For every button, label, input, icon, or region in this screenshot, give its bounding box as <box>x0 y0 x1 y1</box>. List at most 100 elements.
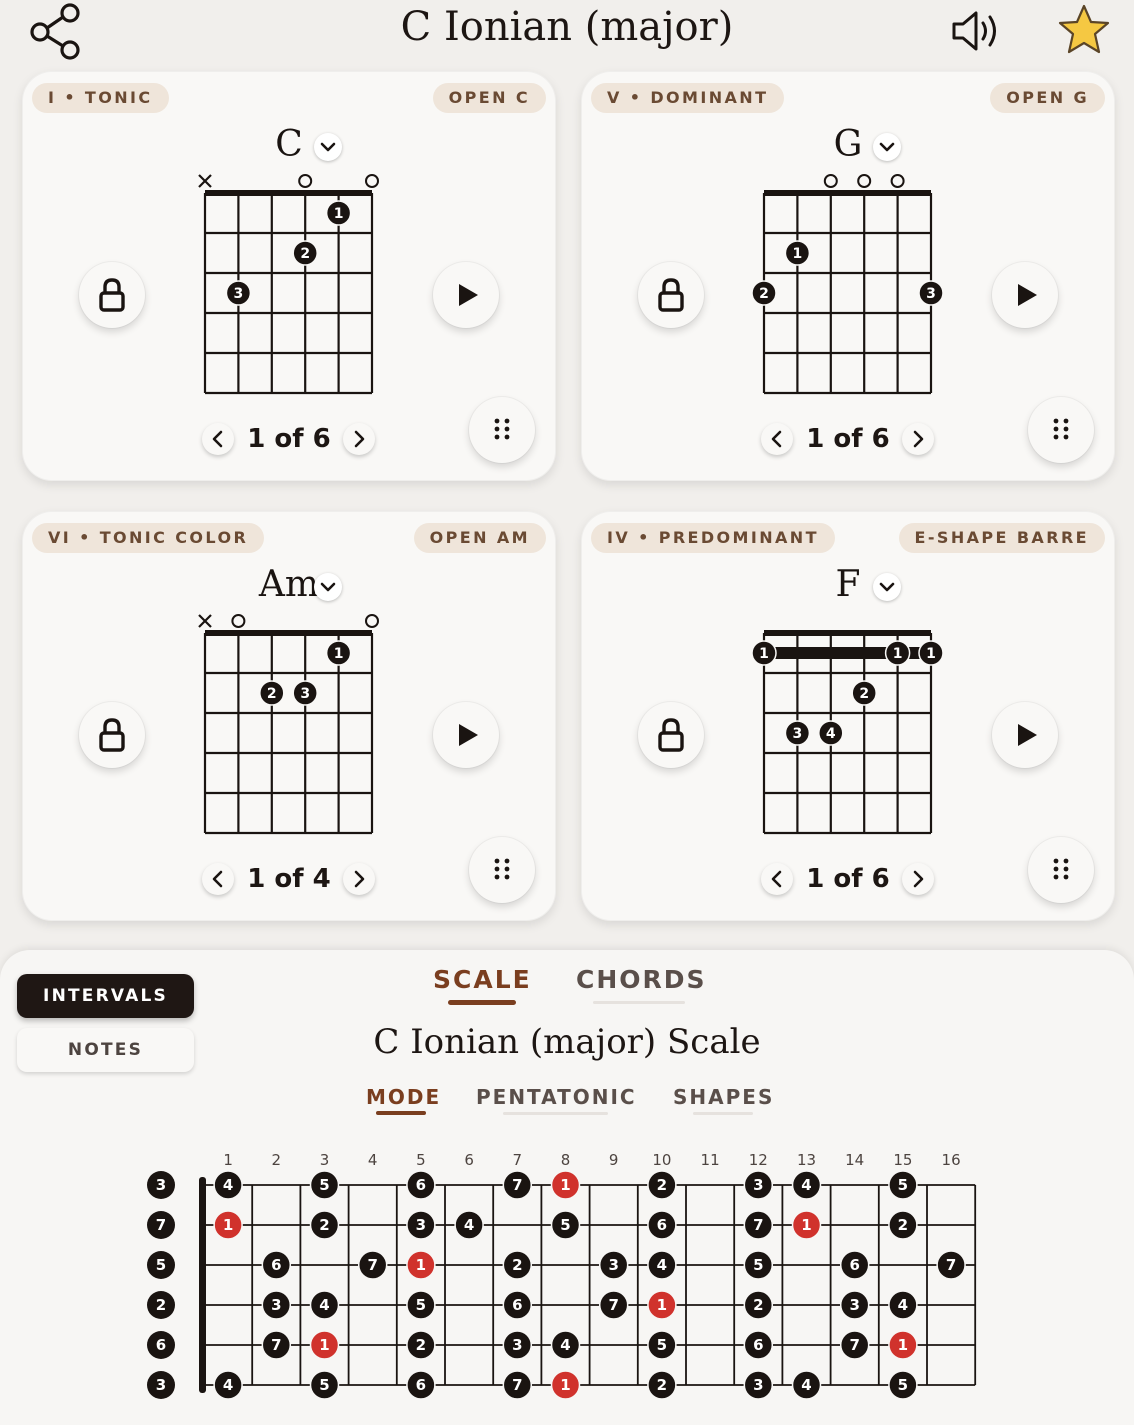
finger-number: 4 <box>826 726 836 742</box>
interval-label: 3 <box>156 1376 166 1394</box>
drag-handle-button[interactable] <box>1028 397 1094 463</box>
finger-dot: 1 <box>784 240 811 266</box>
scale-note-dot: 7 <box>936 1250 966 1280</box>
interval-label: 7 <box>753 1216 763 1234</box>
finger-dot: 3 <box>784 720 811 746</box>
interval-label: 4 <box>801 1176 811 1194</box>
root-note-dot: 1 <box>647 1290 677 1320</box>
scale-note-dot: 4 <box>550 1330 581 1360</box>
drag-handle-button[interactable] <box>469 837 535 903</box>
interval-label: 3 <box>753 1176 763 1194</box>
speaker-icon[interactable] <box>950 8 1006 54</box>
interval-label: 1 <box>560 1376 570 1394</box>
fret-number: 4 <box>368 1151 378 1169</box>
scale-note-dot: 5 <box>309 1170 340 1200</box>
interval-label: 1 <box>801 1216 811 1234</box>
scale-note-dot: 2 <box>406 1330 436 1360</box>
tab-chords[interactable]: CHORDS <box>576 965 707 994</box>
play-button[interactable] <box>992 702 1058 768</box>
subtab-shapes[interactable]: SHAPES <box>673 1085 774 1109</box>
prev-voicing-button[interactable] <box>202 423 234 455</box>
prev-voicing-button[interactable] <box>202 863 234 895</box>
scale-note-dot: 4 <box>213 1170 243 1200</box>
scale-note-dot: 3 <box>502 1330 533 1360</box>
fret-number: 15 <box>893 1151 912 1169</box>
interval-label: 3 <box>416 1216 426 1234</box>
drag-handle-button[interactable] <box>1028 837 1094 903</box>
voicing-pill: OPEN AM <box>413 523 546 553</box>
finger-dot: 2 <box>751 280 777 306</box>
chevron-right-icon <box>354 870 365 888</box>
scale-note-dot: 3 <box>743 1370 774 1400</box>
scale-note-dot: 5 <box>647 1330 677 1360</box>
lock-button[interactable] <box>638 702 704 768</box>
chord-chevron-down-icon[interactable] <box>873 573 901 601</box>
scale-note-dot: 5 <box>406 1290 436 1320</box>
lock-icon <box>658 278 684 312</box>
prev-voicing-button[interactable] <box>761 863 793 895</box>
interval-label: 7 <box>512 1376 522 1394</box>
chord-card: VI • TONIC COLOR OPEN AM Am 1 of 4 1 2 3 <box>22 511 556 921</box>
interval-label: 7 <box>849 1336 859 1354</box>
scale-note-dot: 4 <box>791 1370 822 1400</box>
scale-note-dot: 7 <box>261 1330 292 1360</box>
open-string-dot: 5 <box>147 1251 175 1279</box>
chord-diagram: 1 2 3 <box>198 614 379 835</box>
next-voicing-button[interactable] <box>343 863 375 895</box>
tab-scale[interactable]: SCALE <box>433 965 532 994</box>
lock-button[interactable] <box>79 262 145 328</box>
interval-label: 6 <box>753 1336 763 1354</box>
play-button[interactable] <box>992 262 1058 328</box>
scale-fretboard[interactable]: 1 2 3 4 5 6 7 8 9 10 11 12 13 14 15 163752634 5 6 7 1 2 3 4 51 2… <box>0 1145 1134 1405</box>
interval-label: 5 <box>898 1376 908 1394</box>
interval-label: 1 <box>898 1336 908 1354</box>
scale-note-dot: 3 <box>261 1290 292 1320</box>
chord-diagram: 1 1 1 2 3 4 <box>751 630 944 835</box>
star-icon[interactable] <box>1056 3 1112 57</box>
tab-chords-underline <box>593 1001 685 1004</box>
scale-note-dot: 2 <box>888 1210 918 1240</box>
interval-label: 6 <box>512 1296 522 1314</box>
next-voicing-button[interactable] <box>343 423 375 455</box>
interval-label: 5 <box>753 1256 763 1274</box>
next-voicing-button[interactable] <box>902 863 934 895</box>
finger-number: 1 <box>334 206 344 222</box>
chord-diagram: 1 2 3 <box>751 174 944 395</box>
chevron-left-icon <box>771 870 782 888</box>
scale-note-dot: 3 <box>743 1170 774 1200</box>
interval-label: 3 <box>608 1256 618 1274</box>
scale-note-dot: 5 <box>888 1370 918 1400</box>
scale-note-dot: 2 <box>502 1250 533 1280</box>
chord-function-pill: VI • TONIC COLOR <box>32 523 265 553</box>
subtab-mode[interactable]: MODE <box>366 1085 441 1109</box>
lock-button[interactable] <box>638 262 704 328</box>
scale-note-dot: 6 <box>406 1370 436 1400</box>
drag-handle-icon <box>1053 418 1069 440</box>
subtab-shapes-underline <box>693 1112 753 1115</box>
lock-button[interactable] <box>79 702 145 768</box>
scale-note-dot: 4 <box>454 1210 484 1240</box>
next-voicing-button[interactable] <box>902 423 934 455</box>
interval-label: 5 <box>319 1376 329 1394</box>
chord-chevron-down-icon[interactable] <box>314 133 342 161</box>
scale-note-dot: 6 <box>406 1170 436 1200</box>
chord-chevron-down-icon[interactable] <box>314 573 342 601</box>
interval-label: 4 <box>657 1256 667 1274</box>
prev-voicing-button[interactable] <box>761 423 793 455</box>
finger-number: 1 <box>793 246 803 262</box>
intervals-toggle[interactable]: INTERVALS <box>17 974 194 1018</box>
drag-handle-button[interactable] <box>469 397 535 463</box>
fret-number: 11 <box>701 1151 720 1169</box>
scale-note-dot: 2 <box>309 1210 340 1240</box>
scale-note-dot: 2 <box>647 1170 677 1200</box>
scale-note-dot: 5 <box>743 1250 774 1280</box>
play-button[interactable] <box>433 262 499 328</box>
scale-note-dot: 3 <box>406 1210 436 1240</box>
fret-number: 6 <box>464 1151 474 1169</box>
scale-note-dot: 4 <box>791 1170 822 1200</box>
finger-number: 3 <box>793 726 803 742</box>
subtab-pentatonic[interactable]: PENTATONIC <box>476 1085 637 1109</box>
chord-chevron-down-icon[interactable] <box>873 133 901 161</box>
play-button[interactable] <box>433 702 499 768</box>
barre-bar <box>754 647 941 659</box>
